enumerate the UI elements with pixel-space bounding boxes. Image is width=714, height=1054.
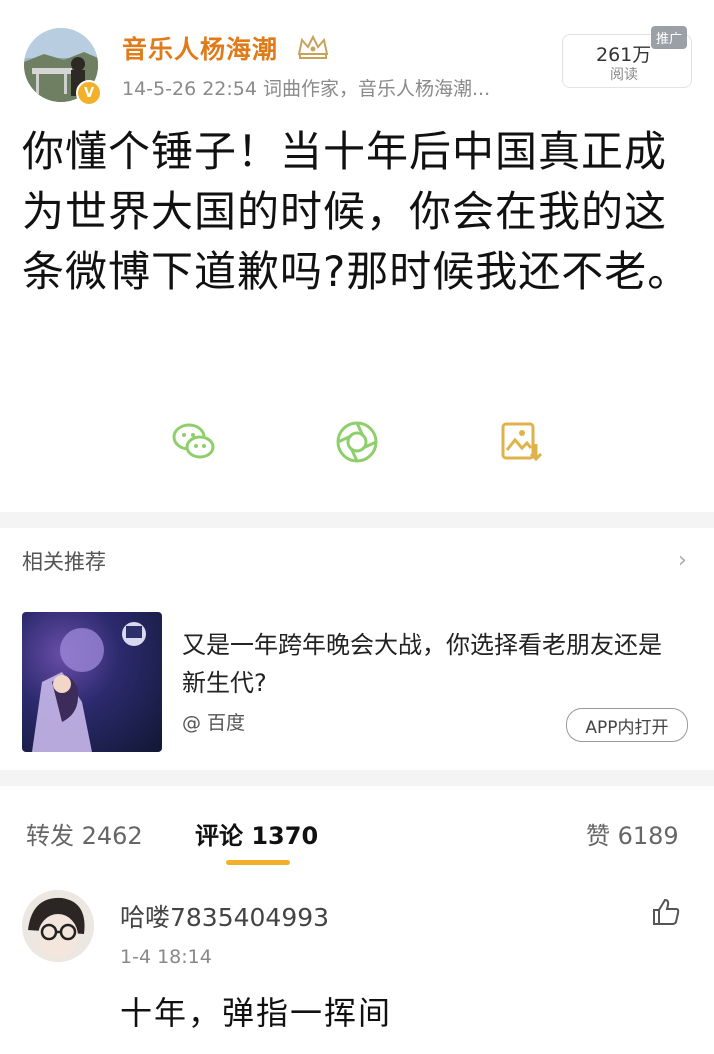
ad-tag: 推广 bbox=[651, 26, 688, 49]
views-count: 261万 bbox=[596, 44, 652, 66]
tab-repost[interactable]: 转发 2462 bbox=[26, 816, 143, 851]
comment-text: 十年，弹指一挥间 bbox=[120, 994, 393, 1032]
recommend-title: 相关推荐 bbox=[22, 550, 106, 574]
recommend-headline[interactable]: 又是一年跨年晚会大战，你选择看老朋友还是新生代? bbox=[182, 626, 682, 702]
active-tab-indicator bbox=[226, 860, 290, 865]
wechat-icon[interactable] bbox=[170, 418, 218, 466]
recommend-source: @ 百度 bbox=[182, 712, 246, 734]
post-text: 你懂个锤子！当十年后中国真正成为世界大国的时候，你会在我的这条微博下道歉吗?那时… bbox=[22, 127, 691, 296]
thumbs-up-icon[interactable] bbox=[650, 896, 682, 928]
commenter-avatar[interactable] bbox=[22, 890, 94, 962]
commenter-name[interactable]: 哈喽7835404993 bbox=[120, 898, 329, 934]
save-image-icon[interactable] bbox=[496, 418, 544, 466]
post-meta: 14-5-26 22:54 词曲作家，音乐人杨海潮... bbox=[122, 78, 491, 100]
section-divider bbox=[0, 770, 714, 786]
section-divider bbox=[0, 512, 714, 528]
crown-icon bbox=[297, 34, 329, 59]
moments-icon[interactable] bbox=[333, 418, 381, 466]
views-label: 阅读 bbox=[610, 67, 638, 83]
recommend-thumbnail[interactable] bbox=[22, 612, 162, 752]
chevron-right-icon[interactable]: › bbox=[678, 548, 687, 573]
author-name[interactable]: 音乐人杨海潮 bbox=[122, 30, 278, 66]
tab-likes[interactable]: 赞 6189 bbox=[586, 816, 679, 851]
comment-time: 1-4 18:14 bbox=[120, 946, 212, 968]
tab-comments[interactable]: 评论 1370 bbox=[195, 816, 318, 851]
open-in-app-button[interactable]: APP内打开 bbox=[566, 708, 688, 742]
verified-badge-icon: V bbox=[76, 80, 102, 106]
